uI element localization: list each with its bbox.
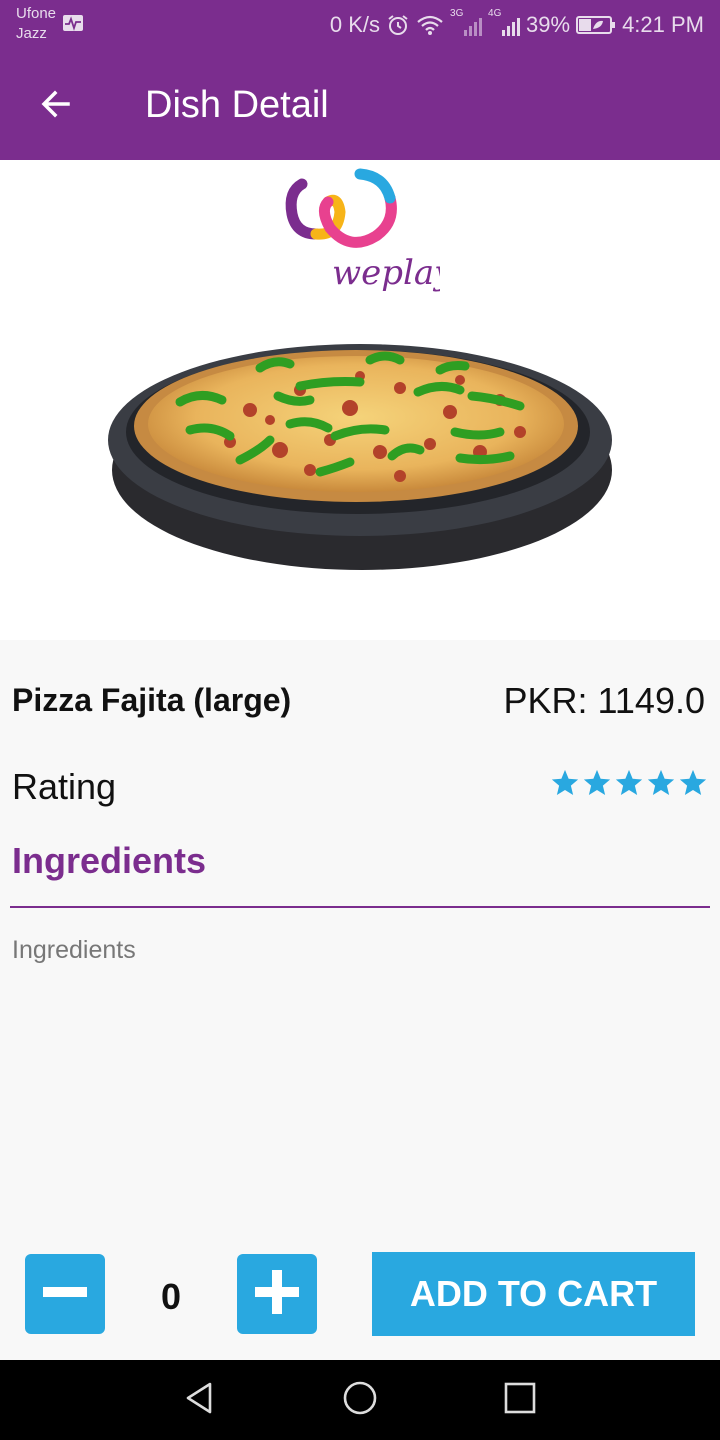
ingredients-heading: Ingredients <box>12 840 207 881</box>
quantity-value: 0 <box>160 1276 182 1317</box>
carrier-line-1: Ufone <box>16 5 57 22</box>
add-to-cart-button[interactable]: ADD TO CART <box>372 1252 695 1336</box>
ingredients-text: Ingredients <box>12 936 136 964</box>
dish-hero-image: weplay <box>0 160 720 640</box>
minus-icon <box>41 1268 89 1321</box>
star-rating[interactable] <box>550 768 708 798</box>
back-button[interactable] <box>26 76 86 136</box>
battery-percent: 39% <box>526 12 571 37</box>
star-icon[interactable] <box>614 768 644 798</box>
signal-3g-icon: 3G <box>450 8 483 38</box>
star-icon[interactable] <box>582 768 612 798</box>
system-nav-bar <box>0 1360 720 1440</box>
carrier-line-2: Jazz <box>16 25 47 42</box>
triangle-back-icon <box>182 1380 218 1421</box>
weplay-logo: weplay <box>280 162 454 312</box>
page-title: Dish Detail <box>145 84 329 126</box>
dish-name: Pizza Fajita (large) <box>12 682 292 718</box>
dish-price: PKR: 1149.0 <box>503 680 705 721</box>
clock-time: 4:21 PM <box>622 12 704 37</box>
rating-label: Rating <box>12 766 117 807</box>
divider <box>10 906 710 908</box>
signal-4g-icon: 4G <box>488 8 521 38</box>
arrow-left-icon <box>38 86 74 127</box>
star-icon[interactable] <box>550 768 580 798</box>
star-icon[interactable] <box>646 768 676 798</box>
battery-icon <box>576 15 616 35</box>
increase-quantity-button[interactable] <box>237 1254 317 1334</box>
plus-icon <box>253 1268 301 1321</box>
app-bar: Dish Detail <box>0 50 720 160</box>
square-recents-icon <box>502 1380 538 1421</box>
wifi-icon <box>416 14 444 36</box>
decrease-quantity-button[interactable] <box>25 1254 105 1334</box>
star-icon[interactable] <box>678 768 708 798</box>
status-right: 0 K/s 3G 4G 39% 4:21 PM <box>329 8 704 40</box>
nav-back-button[interactable] <box>176 1376 224 1424</box>
pizza-photo <box>100 320 620 575</box>
activity-monitor-icon <box>62 14 84 37</box>
status-bar: Ufone Jazz 0 K/s 3G 4G 39% 4:21 PM <box>0 0 720 50</box>
net-speed: 0 K/s <box>329 12 381 37</box>
alarm-icon <box>386 13 410 37</box>
carrier-info: Ufone Jazz <box>16 4 56 44</box>
nav-recents-button[interactable] <box>496 1376 544 1424</box>
circle-home-icon <box>342 1380 378 1421</box>
nav-home-button[interactable] <box>336 1376 384 1424</box>
logo-text: weplay <box>332 253 440 293</box>
dish-details: Pizza Fajita (large) PKR: 1149.0 Rating … <box>0 640 720 1360</box>
